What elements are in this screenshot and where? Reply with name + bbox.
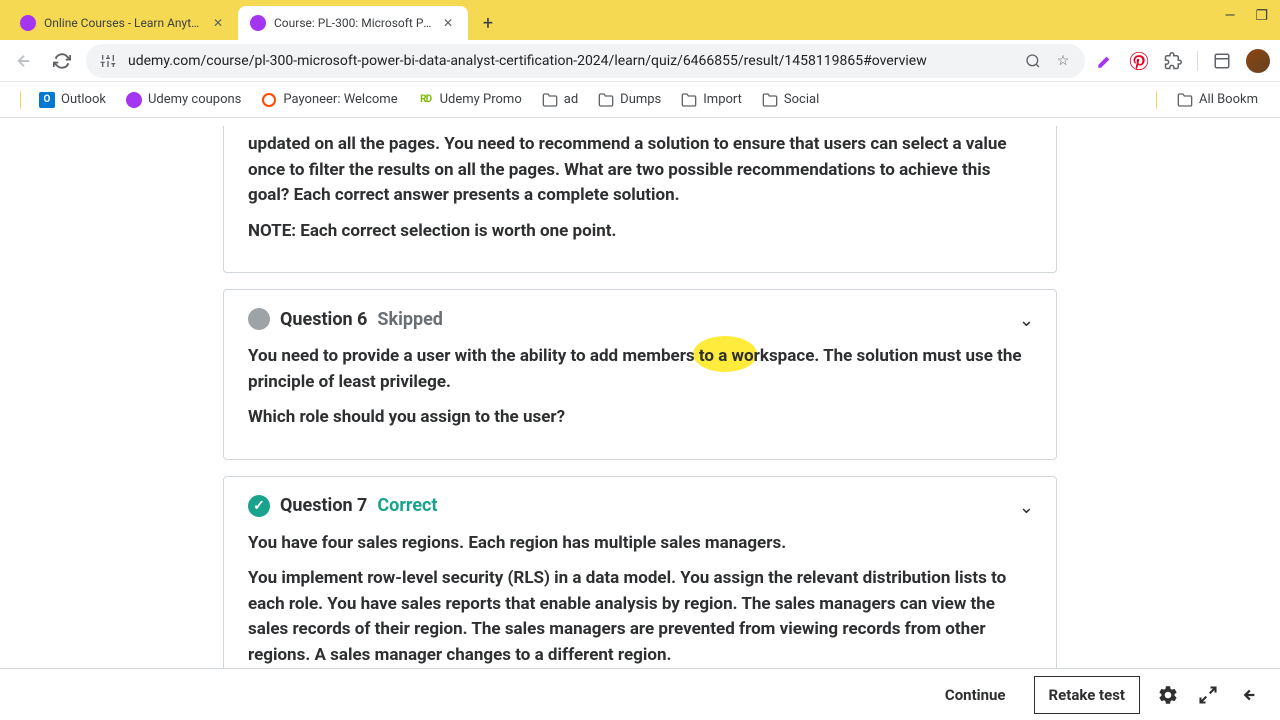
question-text: You need to provide a user with the abil… xyxy=(248,344,1032,395)
browser-tab-inactive[interactable]: Online Courses - Learn Anythin ✕ xyxy=(8,6,238,40)
folder-icon xyxy=(598,92,614,108)
folder-icon xyxy=(762,92,778,108)
question-note: NOTE: Each correct selection is worth on… xyxy=(248,219,1032,245)
close-icon[interactable]: ✕ xyxy=(210,15,226,31)
status-dot-skipped-icon xyxy=(248,308,270,330)
bookmark-outlook[interactable]: O Outlook xyxy=(31,88,114,112)
bookmark-label: Udemy Promo xyxy=(440,92,522,107)
bookmark-folder-social[interactable]: Social xyxy=(754,88,827,112)
question-status: Correct xyxy=(377,495,437,516)
url-text: udemy.com/course/pl-300-microsoft-power-… xyxy=(128,53,1013,69)
question-card-7[interactable]: Question 7 Correct ⌄ You have four sales… xyxy=(223,476,1057,669)
bookmark-label: ad xyxy=(564,92,578,107)
tab-title: Course: PL-300: Microsoft Powe xyxy=(274,16,432,30)
status-dot-correct-icon xyxy=(248,495,270,517)
bookmark-udemy-promo[interactable]: RD Udemy Promo xyxy=(410,88,530,112)
udemy-icon xyxy=(126,92,142,108)
browser-tab-active[interactable]: Course: PL-300: Microsoft Powe ✕ xyxy=(238,6,468,40)
retake-test-button[interactable]: Retake test xyxy=(1034,676,1140,714)
question-title: Question 7 xyxy=(280,495,367,516)
bookmark-payoneer[interactable]: Payoneer: Welcome xyxy=(253,88,405,112)
maximize-icon[interactable]: ❐ xyxy=(1255,8,1268,24)
window-controls: — ❐ xyxy=(1225,8,1269,24)
divider xyxy=(1197,51,1198,71)
bookmarks-bar: O Outlook Udemy coupons Payoneer: Welcom… xyxy=(0,82,1280,118)
bookmark-label: Payoneer: Welcome xyxy=(283,92,397,107)
quiz-results-content: updated on all the pages. You need to re… xyxy=(0,118,1280,668)
expand-icon[interactable] xyxy=(1196,683,1220,707)
question-body: You need to provide a user with the abil… xyxy=(248,344,1032,431)
promo-icon: RD xyxy=(418,92,434,108)
bookmark-label: All Bookm xyxy=(1199,92,1258,107)
extensions-icon[interactable] xyxy=(1163,51,1183,71)
question-body: updated on all the pages. You need to re… xyxy=(248,132,1032,244)
toolbar-right xyxy=(1095,49,1270,73)
folder-icon xyxy=(1177,92,1193,108)
divider xyxy=(20,91,21,109)
chevron-down-icon[interactable]: ⌄ xyxy=(1019,497,1034,518)
question-status: Skipped xyxy=(377,309,443,330)
collapse-arrow-icon[interactable] xyxy=(1236,683,1260,707)
site-settings-icon[interactable] xyxy=(98,51,118,71)
side-panel-icon[interactable] xyxy=(1212,51,1232,71)
bookmark-folder-dumps[interactable]: Dumps xyxy=(590,88,669,112)
continue-button[interactable]: Continue xyxy=(933,678,1018,712)
browser-toolbar: udemy.com/course/pl-300-microsoft-power-… xyxy=(0,40,1280,82)
payoneer-icon xyxy=(261,92,277,108)
folder-icon xyxy=(542,92,558,108)
extension-pen-icon[interactable] xyxy=(1095,51,1115,71)
udemy-favicon xyxy=(250,15,266,31)
tab-title: Online Courses - Learn Anythin xyxy=(44,16,202,30)
star-icon[interactable]: ☆ xyxy=(1053,51,1073,71)
bookmark-folder-import[interactable]: Import xyxy=(673,88,750,112)
question-card-6[interactable]: Question 6 Skipped ⌄ You need to provide… xyxy=(223,289,1057,460)
question-prompt: Which role should you assign to the user… xyxy=(248,405,1032,431)
quiz-footer-bar: Continue Retake test xyxy=(0,668,1280,720)
question-card-5[interactable]: updated on all the pages. You need to re… xyxy=(223,126,1057,273)
question-body: You have four sales regions. Each region… xyxy=(248,531,1032,669)
close-icon[interactable]: ✕ xyxy=(440,15,456,31)
folder-icon xyxy=(681,92,697,108)
bookmarks-overflow: All Bookm xyxy=(1150,88,1266,112)
bookmark-label: Social xyxy=(784,92,819,107)
gear-icon[interactable] xyxy=(1156,683,1180,707)
question-title: Question 6 xyxy=(280,309,367,330)
all-bookmarks[interactable]: All Bookm xyxy=(1169,88,1266,112)
question-text: You have four sales regions. Each region… xyxy=(248,531,1032,557)
bookmark-folder-ad[interactable]: ad xyxy=(534,88,586,112)
chevron-down-icon[interactable]: ⌄ xyxy=(1019,310,1034,331)
back-button[interactable] xyxy=(10,47,38,75)
question-text: You implement row-level security (RLS) i… xyxy=(248,566,1032,668)
profile-avatar[interactable] xyxy=(1246,49,1270,73)
pinterest-icon[interactable] xyxy=(1129,51,1149,71)
bookmark-label: Dumps xyxy=(620,92,661,107)
question-header: Question 6 Skipped ⌄ xyxy=(248,308,1032,330)
bookmark-label: Outlook xyxy=(61,92,106,107)
bookmark-udemy-coupons[interactable]: Udemy coupons xyxy=(118,88,249,112)
zoom-icon[interactable] xyxy=(1023,51,1043,71)
address-bar[interactable]: udemy.com/course/pl-300-microsoft-power-… xyxy=(86,44,1085,78)
divider xyxy=(1156,91,1157,109)
question-text: updated on all the pages. You need to re… xyxy=(248,132,1032,209)
udemy-favicon xyxy=(20,15,36,31)
new-tab-button[interactable]: + xyxy=(474,9,502,37)
outlook-icon: O xyxy=(39,92,55,108)
question-header: Question 7 Correct ⌄ xyxy=(248,495,1032,517)
reload-button[interactable] xyxy=(48,47,76,75)
bookmark-label: Udemy coupons xyxy=(148,92,241,107)
minimize-icon[interactable]: — xyxy=(1225,8,1236,24)
browser-tab-strip: Online Courses - Learn Anythin ✕ Course:… xyxy=(0,0,1280,40)
bookmark-label: Import xyxy=(703,92,742,107)
